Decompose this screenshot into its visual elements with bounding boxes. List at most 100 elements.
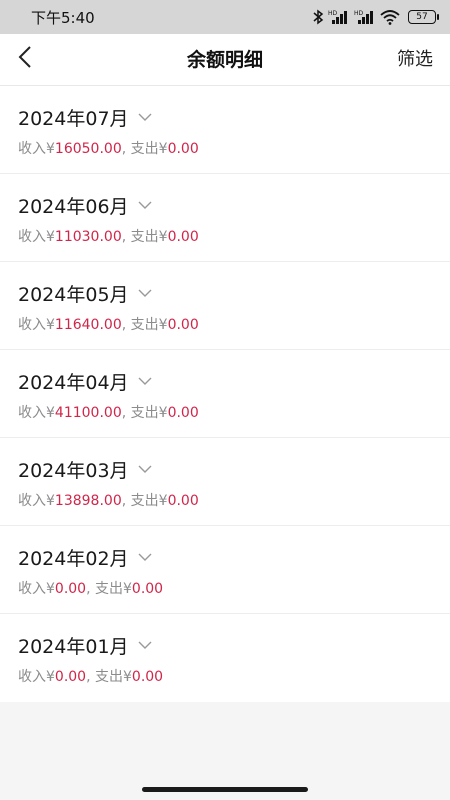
chevron-down-icon[interactable] [138, 113, 152, 122]
month-item[interactable]: 2024年07月 收入¥16050.00, 支出¥0.00 [0, 86, 450, 174]
page-title: 余额明细 [186, 49, 263, 71]
chevron-down-icon[interactable] [138, 553, 152, 562]
status-bar: 下午5:40 HD HD 57 [0, 0, 450, 34]
month-item[interactable]: 2024年03月 收入¥13898.00, 支出¥0.00 [0, 438, 450, 526]
income-currency: ¥ [46, 229, 55, 245]
chevron-down-icon[interactable] [138, 465, 152, 474]
wifi-icon [380, 9, 400, 25]
month-header[interactable]: 2024年07月 [18, 104, 152, 131]
month-label: 2024年03月 [18, 460, 129, 482]
expense-currency: ¥ [158, 493, 168, 509]
summary-separator: , [121, 229, 131, 245]
expense-amount: 0.00 [131, 581, 164, 597]
expense-label: 支出 [130, 229, 159, 245]
expense-currency: ¥ [123, 669, 132, 685]
expense-amount: 0.00 [167, 141, 199, 157]
month-summary: 收入¥11030.00, 支出¥0.00 [18, 226, 199, 246]
income-label: 收入 [18, 669, 46, 685]
month-summary: 收入¥0.00, 支出¥0.00 [18, 578, 163, 598]
month-summary: 收入¥13898.00, 支出¥0.00 [18, 490, 199, 510]
summary-separator: , [121, 317, 131, 333]
expense-amount: 0.00 [167, 317, 199, 333]
month-header[interactable]: 2024年01月 [18, 632, 152, 659]
expense-label: 支出 [130, 317, 159, 333]
month-label: 2024年04月 [18, 372, 129, 394]
month-summary: 收入¥16050.00, 支出¥0.00 [18, 138, 199, 158]
income-currency: ¥ [46, 669, 55, 685]
chevron-down-icon[interactable] [138, 289, 152, 298]
month-label: 2024年06月 [18, 196, 129, 218]
status-time: 下午5:40 [31, 8, 95, 27]
expense-label: 支出 [130, 405, 159, 421]
chevron-down-icon[interactable] [138, 201, 152, 210]
svg-text:HD: HD [354, 10, 364, 17]
income-amount: 13898.00 [54, 493, 122, 509]
income-label: 收入 [18, 229, 46, 245]
expense-currency: ¥ [158, 229, 168, 245]
month-header[interactable]: 2024年06月 [18, 192, 152, 219]
back-button[interactable] [12, 46, 38, 72]
month-label: 2024年05月 [18, 284, 129, 306]
summary-separator: , [86, 669, 95, 685]
income-amount: 11640.00 [54, 317, 122, 333]
month-summary: 收入¥0.00, 支出¥0.00 [18, 666, 163, 686]
battery-icon: 57 [408, 10, 439, 24]
chevron-down-icon[interactable] [138, 377, 152, 386]
summary-separator: , [121, 141, 131, 157]
month-label: 2024年01月 [18, 636, 129, 658]
income-currency: ¥ [46, 141, 55, 157]
summary-separator: , [121, 493, 131, 509]
svg-text:HD: HD [328, 10, 338, 17]
bluetooth-icon [312, 9, 324, 25]
expense-amount: 0.00 [167, 229, 199, 245]
income-label: 收入 [18, 405, 46, 421]
status-icons: HD HD 57 [312, 9, 439, 25]
income-label: 收入 [18, 493, 46, 509]
month-header[interactable]: 2024年03月 [18, 456, 152, 483]
month-item[interactable]: 2024年06月 收入¥11030.00, 支出¥0.00 [0, 174, 450, 262]
summary-separator: , [86, 581, 95, 597]
expense-currency: ¥ [158, 141, 168, 157]
month-list: 2024年07月 收入¥16050.00, 支出¥0.00 2024年06月 收… [0, 86, 450, 702]
income-amount: 0.00 [54, 581, 87, 597]
income-currency: ¥ [46, 317, 55, 333]
month-label: 2024年02月 [18, 548, 129, 570]
expense-label: 支出 [130, 493, 159, 509]
month-item[interactable]: 2024年02月 收入¥0.00, 支出¥0.00 [0, 526, 450, 614]
filter-button[interactable]: 筛选 [397, 34, 433, 86]
expense-currency: ¥ [158, 405, 168, 421]
month-summary: 收入¥41100.00, 支出¥0.00 [18, 402, 199, 422]
month-summary: 收入¥11640.00, 支出¥0.00 [18, 314, 199, 334]
month-header[interactable]: 2024年05月 [18, 280, 152, 307]
expense-amount: 0.00 [131, 669, 164, 685]
month-item[interactable]: 2024年05月 收入¥11640.00, 支出¥0.00 [0, 262, 450, 350]
chevron-left-icon [18, 45, 32, 73]
nav-bar: 余额明细 筛选 [0, 34, 450, 86]
month-item[interactable]: 2024年01月 收入¥0.00, 支出¥0.00 [0, 614, 450, 702]
month-header[interactable]: 2024年04月 [18, 368, 152, 395]
income-label: 收入 [18, 141, 46, 157]
month-label: 2024年07月 [18, 108, 129, 130]
summary-separator: , [121, 405, 131, 421]
income-currency: ¥ [46, 493, 55, 509]
income-amount: 16050.00 [54, 141, 122, 157]
income-label: 收入 [18, 581, 46, 597]
expense-label: 支出 [95, 581, 123, 597]
expense-currency: ¥ [158, 317, 168, 333]
month-header[interactable]: 2024年02月 [18, 544, 152, 571]
income-amount: 41100.00 [54, 405, 122, 421]
signal-hd-icon: HD [328, 9, 350, 25]
expense-currency: ¥ [123, 581, 132, 597]
signal-hd-icon: HD [354, 9, 376, 25]
home-indicator [142, 787, 308, 792]
expense-amount: 0.00 [167, 405, 199, 421]
income-amount: 11030.00 [54, 229, 122, 245]
income-currency: ¥ [46, 581, 55, 597]
chevron-down-icon[interactable] [138, 641, 152, 650]
month-item[interactable]: 2024年04月 收入¥41100.00, 支出¥0.00 [0, 350, 450, 438]
expense-amount: 0.00 [167, 493, 199, 509]
expense-label: 支出 [95, 669, 123, 685]
income-currency: ¥ [46, 405, 55, 421]
income-amount: 0.00 [54, 669, 87, 685]
income-label: 收入 [18, 317, 46, 333]
